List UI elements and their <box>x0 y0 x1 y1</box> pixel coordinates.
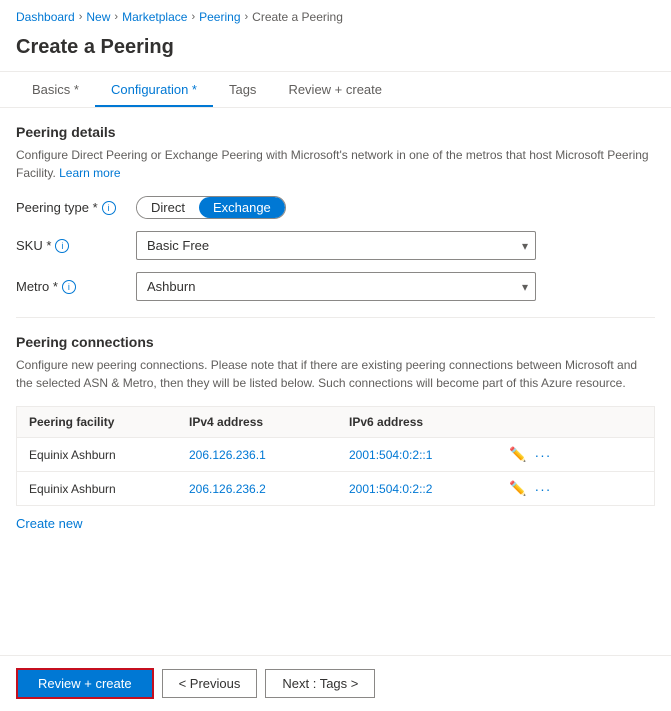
learn-more-link[interactable]: Learn more <box>59 166 120 180</box>
peering-type-row: Peering type * i Direct Exchange <box>16 196 655 219</box>
breadcrumb-dashboard[interactable]: Dashboard <box>16 10 75 24</box>
col-header-actions <box>497 407 557 437</box>
breadcrumb-sep-4: › <box>245 11 249 23</box>
breadcrumb: Dashboard › New › Marketplace › Peering … <box>0 0 671 30</box>
breadcrumb-sep-1: › <box>79 11 83 23</box>
peering-details-description: Configure Direct Peering or Exchange Pee… <box>16 146 655 182</box>
peering-type-toggle[interactable]: Direct Exchange <box>136 196 286 219</box>
row1-actions: ✏️ ··· <box>497 438 557 471</box>
col-header-ipv6: IPv6 address <box>337 407 497 437</box>
tab-review-create[interactable]: Review + create <box>272 72 398 107</box>
row1-ipv4[interactable]: 206.126.236.1 <box>177 438 337 471</box>
row2-more-icon[interactable]: ··· <box>534 481 551 497</box>
col-header-ipv4: IPv4 address <box>177 407 337 437</box>
breadcrumb-new[interactable]: New <box>86 10 110 24</box>
breadcrumb-sep-3: › <box>191 11 195 23</box>
peering-type-exchange[interactable]: Exchange <box>199 197 285 218</box>
breadcrumb-sep-2: › <box>114 11 118 23</box>
row2-facility: Equinix Ashburn <box>17 472 177 505</box>
tab-bar: Basics * Configuration * Tags Review + c… <box>0 72 671 108</box>
peering-type-label: Peering type * i <box>16 200 136 215</box>
metro-row: Metro * i Ashburn ▾ <box>16 272 655 301</box>
peering-connections-description: Configure new peering connections. Pleas… <box>16 356 655 392</box>
next-button[interactable]: Next : Tags > <box>265 669 375 698</box>
footer: Review + create < Previous Next : Tags > <box>0 655 671 711</box>
section-divider <box>16 317 655 318</box>
metro-label: Metro * i <box>16 279 136 294</box>
row1-more-icon[interactable]: ··· <box>534 447 551 463</box>
peering-type-direct[interactable]: Direct <box>137 197 199 218</box>
row1-ipv6[interactable]: 2001:504:0:2::1 <box>337 438 497 471</box>
metro-select-wrapper: Ashburn ▾ <box>136 272 536 301</box>
tab-basics[interactable]: Basics * <box>16 72 95 107</box>
sku-info-icon[interactable]: i <box>55 239 69 253</box>
breadcrumb-current: Create a Peering <box>252 10 343 24</box>
previous-button[interactable]: < Previous <box>162 669 258 698</box>
col-header-facility: Peering facility <box>17 407 177 437</box>
row2-actions: ✏️ ··· <box>497 472 557 505</box>
table-row: Equinix Ashburn 206.126.236.1 2001:504:0… <box>17 438 654 472</box>
table-header-row: Peering facility IPv4 address IPv6 addre… <box>17 407 654 438</box>
sku-select-wrapper: Basic Free ▾ <box>136 231 536 260</box>
create-new-link[interactable]: Create new <box>16 516 82 531</box>
metro-select[interactable]: Ashburn <box>136 272 536 301</box>
sku-select[interactable]: Basic Free <box>136 231 536 260</box>
breadcrumb-peering[interactable]: Peering <box>199 10 240 24</box>
peering-connections-title: Peering connections <box>16 334 655 350</box>
sku-label: SKU * i <box>16 238 136 253</box>
peering-type-info-icon[interactable]: i <box>102 201 116 215</box>
review-create-button[interactable]: Review + create <box>16 668 154 699</box>
page-title: Create a Peering <box>0 30 671 72</box>
table-row: Equinix Ashburn 206.126.236.2 2001:504:0… <box>17 472 654 505</box>
row2-edit-icon[interactable]: ✏️ <box>509 480 526 497</box>
row1-edit-icon[interactable]: ✏️ <box>509 446 526 463</box>
row2-ipv6[interactable]: 2001:504:0:2::2 <box>337 472 497 505</box>
row1-facility: Equinix Ashburn <box>17 438 177 471</box>
peering-connections-table: Peering facility IPv4 address IPv6 addre… <box>16 406 655 506</box>
sku-row: SKU * i Basic Free ▾ <box>16 231 655 260</box>
breadcrumb-marketplace[interactable]: Marketplace <box>122 10 187 24</box>
peering-details-title: Peering details <box>16 124 655 140</box>
row2-ipv4[interactable]: 206.126.236.2 <box>177 472 337 505</box>
tab-tags[interactable]: Tags <box>213 72 272 107</box>
metro-info-icon[interactable]: i <box>62 280 76 294</box>
tab-configuration[interactable]: Configuration * <box>95 72 213 107</box>
